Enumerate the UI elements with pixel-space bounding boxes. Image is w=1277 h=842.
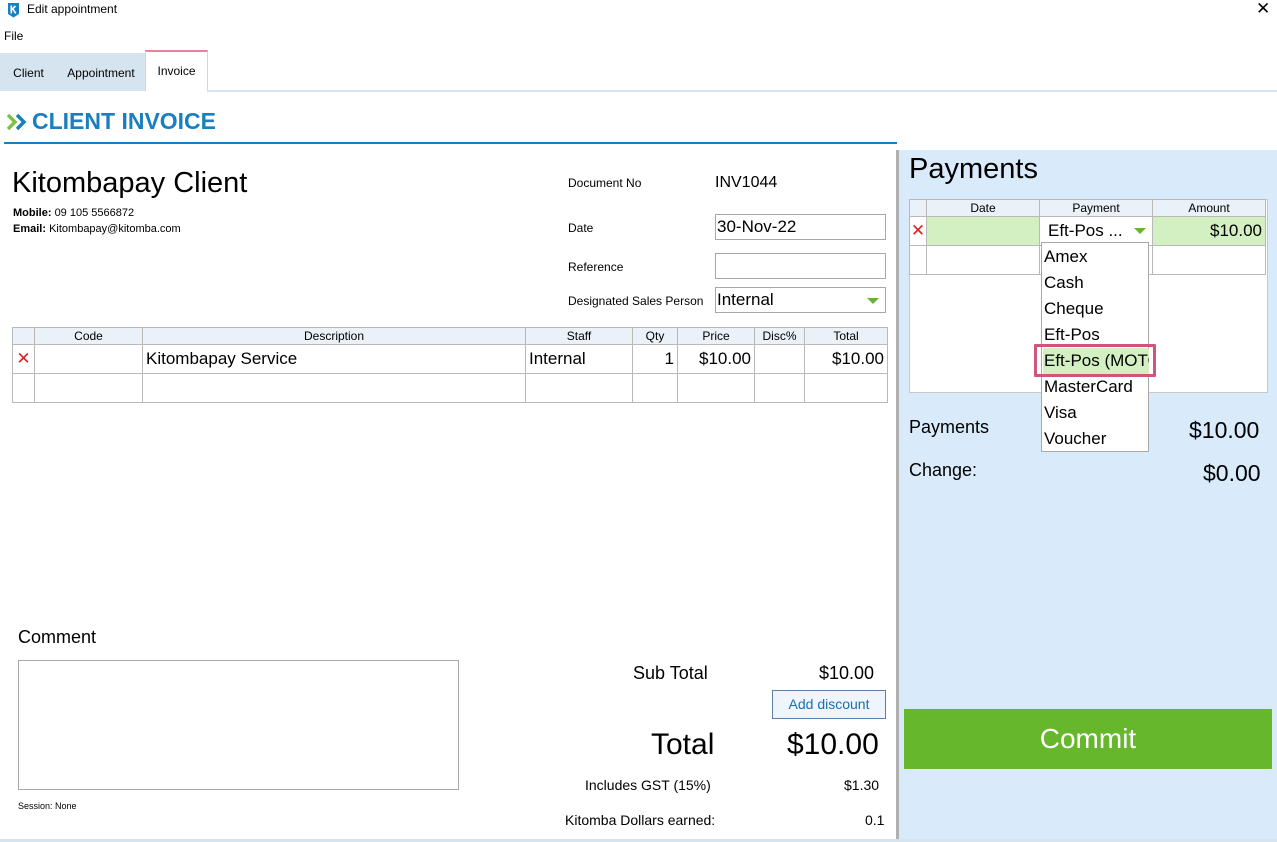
reference-field[interactable]	[715, 253, 886, 279]
kitomba-dollars-label: Kitomba Dollars earned:	[565, 812, 716, 828]
invoice-items-table: Code Description Staff Qty Price Disc% T…	[12, 327, 888, 403]
column-header: Qty	[632, 327, 678, 345]
dropdown-option-cheque[interactable]: Cheque	[1043, 296, 1149, 322]
client-mobile: Mobile: 09 105 5566872	[13, 207, 134, 219]
page-title: CLIENT INVOICE	[32, 108, 217, 134]
comment-textarea[interactable]	[18, 660, 459, 790]
sub-total-value: $10.00	[819, 663, 875, 683]
dropdown-arrow-icon	[1134, 228, 1146, 234]
empty-cell	[804, 373, 888, 403]
empty-cell[interactable]	[632, 373, 678, 403]
document-no-value: INV1044	[715, 174, 778, 191]
commit-button[interactable]: Commit	[904, 709, 1272, 769]
selection-highlight-box	[1034, 344, 1156, 377]
tab-appointment[interactable]: Appointment	[57, 53, 145, 91]
item-qty[interactable]: 1	[632, 344, 678, 374]
table-header-row: Date Payment Amount	[909, 199, 1266, 217]
kitomba-dollars-value: 0.1	[865, 812, 885, 828]
client-email: Email: Kitombapay@kitomba.com	[13, 223, 181, 235]
mobile-label: Mobile:	[13, 207, 52, 219]
empty-cell[interactable]	[34, 373, 143, 403]
column-header	[909, 199, 927, 217]
payment-date[interactable]	[926, 216, 1040, 246]
change-value: $0.00	[1203, 460, 1261, 486]
payments-summary-value: $10.00	[1189, 417, 1260, 443]
edit-appointment-window: Edit appointment ✕ File Client Appointme…	[0, 0, 1277, 842]
item-staff[interactable]: Internal	[525, 344, 633, 374]
client-name: Kitombapay Client	[12, 167, 248, 199]
change-label: Change:	[909, 460, 978, 480]
empty-cell	[909, 245, 927, 275]
empty-cell[interactable]	[926, 245, 1040, 275]
date-label: Date	[568, 221, 594, 235]
date-field[interactable]: 30-Nov-22	[715, 214, 886, 240]
table-row-empty[interactable]	[12, 373, 888, 403]
empty-cell	[12, 373, 35, 403]
sales-person-value: Internal	[717, 290, 774, 309]
payment-method-value: Eft-Pos ...	[1048, 221, 1123, 240]
tab-divider	[207, 90, 1277, 92]
item-description[interactable]: Kitombapay Service	[142, 344, 526, 374]
tab-invoice[interactable]: Invoice	[145, 50, 208, 91]
add-discount-button[interactable]: Add discount	[772, 690, 886, 719]
sales-person-select[interactable]: Internal	[715, 287, 886, 313]
column-header: Date	[926, 199, 1040, 217]
close-icon[interactable]: ✕	[1256, 0, 1270, 19]
column-header: Code	[34, 327, 143, 345]
column-header	[12, 327, 35, 345]
item-price[interactable]: $10.00	[677, 344, 755, 374]
total-label: Total	[651, 728, 715, 761]
email-value: Kitombapay@kitomba.com	[49, 223, 181, 235]
payment-amount[interactable]: $10.00	[1152, 216, 1266, 246]
sub-total-label: Sub Total	[633, 663, 708, 683]
table-row[interactable]: ✕ Kitombapay Service Internal 1 $10.00 $…	[12, 344, 888, 374]
empty-cell[interactable]	[754, 373, 805, 403]
total-value: $10.00	[787, 728, 879, 761]
document-no-label: Document No	[568, 176, 642, 190]
column-header: Price	[677, 327, 755, 345]
header-divider	[4, 142, 897, 144]
payments-title: Payments	[909, 153, 1038, 185]
mobile-value: 09 105 5566872	[54, 207, 135, 219]
menu-file[interactable]: File	[4, 29, 23, 43]
dropdown-option-voucher[interactable]: Voucher	[1043, 426, 1149, 452]
item-code[interactable]	[34, 344, 143, 374]
sales-person-label: Designated Sales Person	[568, 294, 704, 308]
dropdown-option-mastercard[interactable]: MasterCard	[1043, 374, 1149, 400]
table-header-row: Code Description Staff Qty Price Disc% T…	[12, 327, 888, 345]
gst-label: Includes GST (15%)	[585, 777, 711, 793]
dropdown-option-amex[interactable]: Amex	[1043, 244, 1149, 270]
title-bar: Edit appointment ✕	[0, 0, 1277, 20]
dropdown-option-cash[interactable]: Cash	[1043, 270, 1149, 296]
delete-row-icon[interactable]: ✕	[12, 344, 35, 374]
comment-label: Comment	[18, 627, 97, 647]
double-chevron-icon	[7, 113, 27, 131]
session-text: Session: None	[18, 801, 77, 811]
dropdown-arrow-icon	[867, 298, 879, 304]
delete-payment-icon[interactable]: ✕	[909, 216, 927, 246]
reference-label: Reference	[568, 260, 624, 274]
column-header: Amount	[1152, 199, 1266, 217]
column-header: Description	[142, 327, 526, 345]
item-total: $10.00	[804, 344, 888, 374]
payments-summary-label: Payments	[909, 417, 990, 437]
dropdown-option-visa[interactable]: Visa	[1043, 400, 1149, 426]
email-label: Email:	[13, 223, 47, 235]
empty-cell[interactable]	[525, 373, 633, 403]
gst-value: $1.30	[844, 777, 880, 793]
tab-client[interactable]: Client	[0, 53, 57, 91]
item-discount[interactable]	[754, 344, 805, 374]
column-header: Disc%	[754, 327, 805, 345]
column-header: Payment	[1039, 199, 1153, 217]
empty-cell[interactable]	[1152, 245, 1266, 275]
empty-cell[interactable]	[677, 373, 755, 403]
window-title: Edit appointment	[27, 2, 118, 16]
empty-cell[interactable]	[142, 373, 526, 403]
column-header: Total	[804, 327, 888, 345]
column-header: Staff	[525, 327, 633, 345]
kitomba-logo-icon	[8, 3, 19, 18]
